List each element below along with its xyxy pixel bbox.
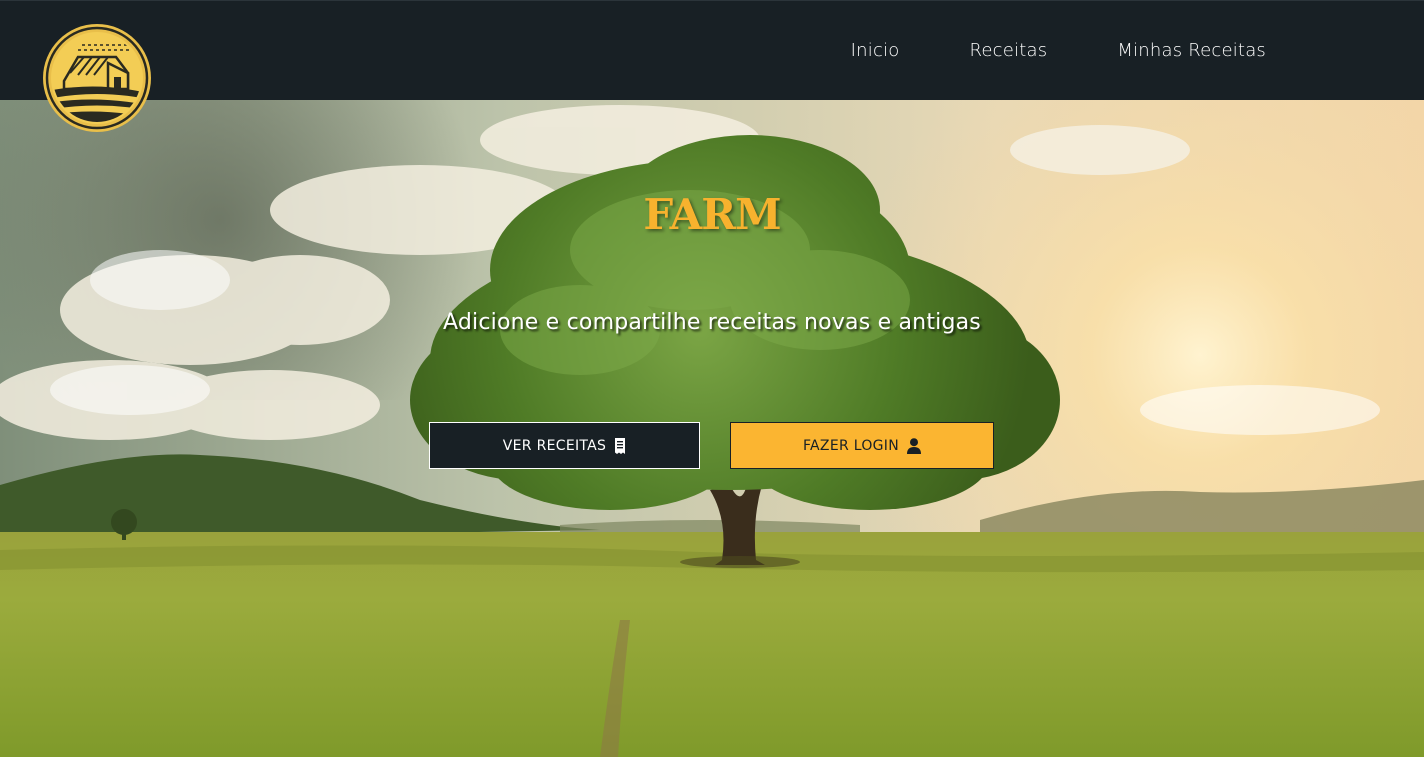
ver-receitas-label: VER RECEITAS <box>502 437 607 454</box>
ver-receitas-button[interactable]: VER RECEITAS <box>429 422 700 469</box>
hero-section: FARM Adicione e compartilhe receitas nov… <box>0 100 1424 757</box>
user-icon <box>907 437 922 454</box>
navbar: Inicio Receitas Minhas Receitas <box>0 0 1424 100</box>
nav-link-receitas[interactable]: Receitas <box>970 39 1048 63</box>
nav-links: Inicio Receitas Minhas Receitas <box>851 39 1266 63</box>
nav-link-minhas-receitas[interactable]: Minhas Receitas <box>1117 39 1266 63</box>
fazer-login-label: FAZER LOGIN <box>802 437 900 454</box>
hero-title: FARM <box>643 190 781 239</box>
fazer-login-button[interactable]: FAZER LOGIN <box>730 422 994 469</box>
nav-link-inicio[interactable]: Inicio <box>851 39 900 63</box>
hero-subtitle: Adicione e compartilhe receitas novas e … <box>443 310 981 335</box>
receipt-icon <box>614 437 626 454</box>
farm-logo[interactable] <box>42 23 152 133</box>
